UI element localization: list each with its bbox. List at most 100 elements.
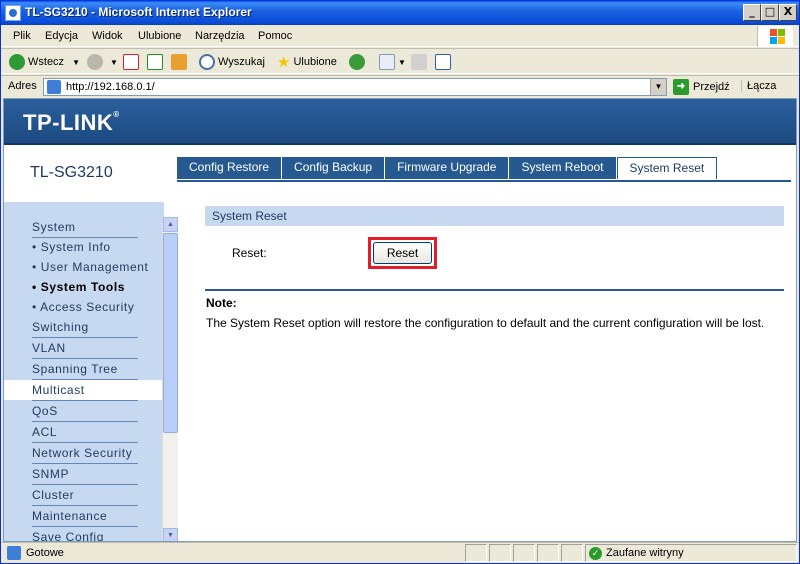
sidebar-item-system[interactable]: System [32, 218, 138, 238]
mail-button[interactable]: ▼ [379, 53, 406, 71]
back-label: Wstecz [28, 56, 65, 68]
tab-config-restore[interactable]: Config Restore [177, 157, 283, 179]
status-cell [489, 544, 511, 562]
mail-dropdown-icon[interactable]: ▼ [398, 58, 406, 67]
windows-logo-icon [757, 26, 793, 47]
scroll-up-icon[interactable]: ▲ [163, 217, 178, 232]
tab-bar: Config Restore Config Backup Firmware Up… [177, 157, 718, 181]
sidebar-item-spanning-tree[interactable]: Spanning Tree [32, 360, 138, 380]
note-text: The System Reset option will restore the… [206, 316, 765, 330]
favorites-button[interactable]: ★ Ulubione [277, 53, 337, 71]
reset-label: Reset: [232, 246, 267, 260]
go-arrow-icon: ➜ [673, 79, 689, 95]
status-bar: Gotowe ✓ Zaufane witryny [1, 542, 799, 563]
address-input[interactable]: http://192.168.0.1/ ▼ [43, 78, 667, 96]
go-button[interactable]: ➜ Przejdź [673, 79, 730, 95]
status-cell [465, 544, 487, 562]
toolbar: Wstecz ▼ ▼ Wyszukaj ★ Ulubione ▼ [1, 48, 799, 74]
status-cell [537, 544, 559, 562]
minimize-button[interactable]: _ [743, 4, 761, 21]
divider [205, 289, 784, 291]
mail-icon [379, 54, 395, 70]
close-button[interactable]: X [779, 4, 797, 21]
go-label: Przejdź [693, 81, 730, 93]
note-title: Note: [206, 296, 237, 310]
tab-firmware-upgrade[interactable]: Firmware Upgrade [385, 157, 510, 179]
tab-config-backup[interactable]: Config Backup [282, 157, 386, 179]
forward-dropdown-icon[interactable]: ▼ [110, 58, 118, 67]
search-label: Wyszukaj [218, 56, 265, 68]
page-content: TP-LINK® TL-SG3210 Config Restore Config… [3, 98, 797, 542]
search-icon [199, 54, 215, 70]
browser-window: TL-SG3210 - Microsoft Internet Explorer … [0, 0, 800, 564]
sidebar-item-user-management[interactable]: • User Management [32, 258, 148, 278]
trusted-zone-icon: ✓ [589, 547, 602, 560]
window-title: TL-SG3210 - Microsoft Internet Explorer [25, 5, 252, 19]
sidebar-item-cluster[interactable]: Cluster [32, 486, 138, 506]
sidebar-item-snmp[interactable]: SNMP [32, 465, 138, 485]
home-button[interactable] [171, 53, 190, 71]
sidebar-item-access-security[interactable]: • Access Security [32, 298, 138, 318]
sidebar-item-save-config[interactable]: Save Config [32, 528, 138, 541]
sidebar-item-multicast[interactable]: Multicast [32, 381, 138, 401]
sidebar-item-maintenance[interactable]: Maintenance [32, 507, 138, 527]
reset-button[interactable]: Reset [373, 242, 432, 264]
menu-bar: Plik Edycja Widok Ulubione Narzędzia Pom… [1, 25, 799, 47]
status-cell [513, 544, 535, 562]
page-icon [47, 80, 61, 94]
sidebar-item-acl[interactable]: ACL [32, 423, 138, 443]
back-dropdown-icon[interactable]: ▼ [72, 58, 80, 67]
sidebar-scrollbar[interactable]: ▲ ▼ [162, 217, 178, 541]
sidebar-item-qos[interactable]: QoS [32, 402, 138, 422]
menu-favorites[interactable]: Ulubione [138, 30, 181, 42]
edit-page-icon [435, 54, 451, 70]
menu-tools[interactable]: Narzędzia [195, 30, 245, 42]
scroll-thumb[interactable] [163, 233, 178, 433]
menu-help[interactable]: Pomoc [258, 30, 292, 42]
history-icon [349, 54, 365, 70]
favorites-label: Ulubione [293, 56, 337, 68]
address-bar: Adres http://192.168.0.1/ ▼ ➜ Przejdź Łą… [1, 75, 799, 97]
page-status-icon [7, 546, 21, 560]
refresh-button[interactable] [147, 53, 166, 71]
links-button[interactable]: Łącza [741, 80, 776, 92]
status-cell [561, 544, 583, 562]
tp-link-logo: TP-LINK® [23, 110, 120, 135]
sidebar-item-system-tools[interactable]: • System Tools [32, 278, 138, 298]
print-button[interactable] [411, 53, 430, 71]
tab-system-reboot[interactable]: System Reboot [509, 157, 617, 179]
sidebar-item-system-info[interactable]: • System Info [32, 238, 138, 258]
menu-file[interactable]: Plik [13, 30, 31, 42]
forward-arrow-icon [87, 54, 103, 70]
refresh-icon [147, 54, 163, 70]
sidebar-item-network-security[interactable]: Network Security [32, 444, 138, 464]
ie-icon [5, 5, 21, 21]
print-icon [411, 54, 427, 70]
home-icon [171, 54, 187, 70]
address-label: Adres [8, 80, 37, 92]
sidebar-item-switching[interactable]: Switching [32, 318, 138, 338]
sidebar-item-vlan[interactable]: VLAN [32, 339, 138, 359]
stop-icon [123, 54, 139, 70]
zone-text: Zaufane witryny [606, 547, 684, 559]
scroll-down-icon[interactable]: ▼ [163, 528, 178, 541]
menu-edit[interactable]: Edycja [45, 30, 78, 42]
maximize-button[interactable]: □ [761, 4, 779, 21]
stop-button[interactable] [123, 53, 142, 71]
history-button[interactable] [349, 53, 368, 71]
section-header: System Reset [205, 206, 784, 226]
model-name: TL-SG3210 [30, 164, 113, 181]
forward-button[interactable]: ▼ [87, 53, 118, 71]
star-icon: ★ [277, 54, 291, 71]
back-button[interactable]: Wstecz ▼ [9, 53, 80, 71]
menu-view[interactable]: Widok [92, 30, 123, 42]
status-text: Gotowe [26, 547, 64, 559]
edit-button[interactable] [435, 53, 454, 71]
title-bar: TL-SG3210 - Microsoft Internet Explorer … [1, 1, 799, 25]
back-arrow-icon [9, 54, 25, 70]
search-button[interactable]: Wyszukaj [199, 53, 265, 71]
tab-underline [177, 180, 791, 182]
tab-system-reset[interactable]: System Reset [616, 157, 718, 179]
address-url: http://192.168.0.1/ [66, 81, 155, 93]
address-dropdown-icon[interactable]: ▼ [650, 79, 666, 95]
